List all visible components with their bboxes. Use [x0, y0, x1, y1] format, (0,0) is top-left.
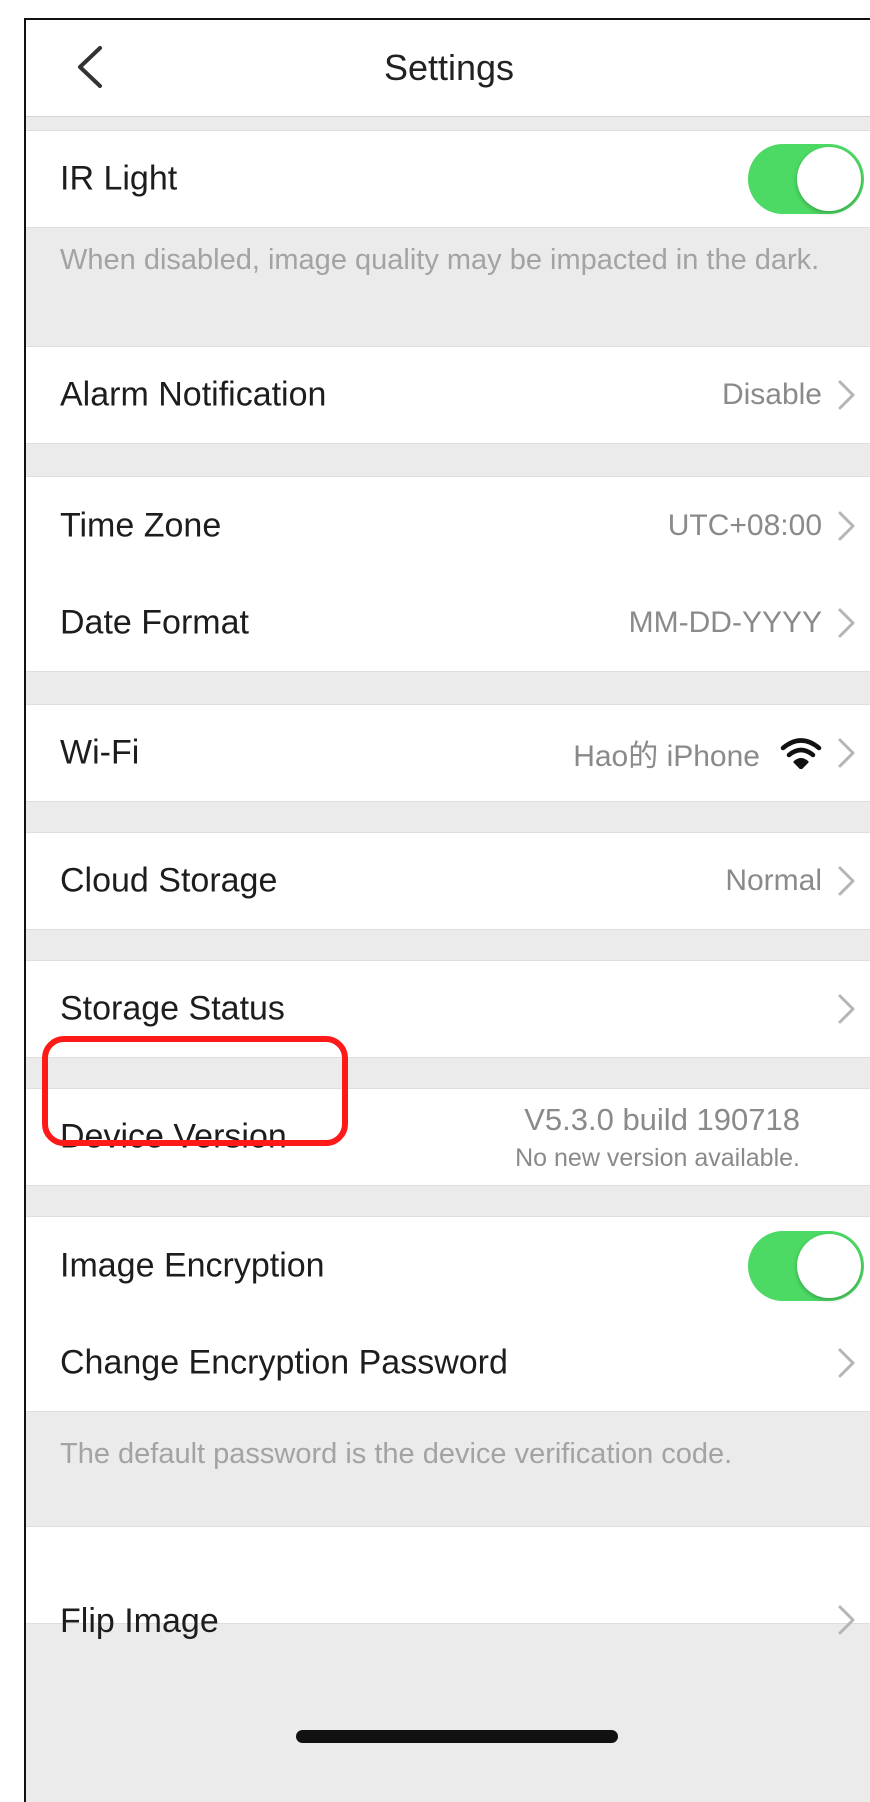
device-version-label: Device Version [60, 1117, 287, 1156]
time-zone-label: Time Zone [60, 506, 222, 544]
wifi-icon [780, 738, 822, 769]
cloud-storage-row[interactable]: Cloud Storage Normal [26, 832, 870, 930]
image-encryption-toggle[interactable] [748, 1230, 864, 1301]
wifi-row[interactable]: Wi-Fi Hao的 iPhone [26, 704, 870, 802]
time-zone-value: UTC+08:00 [667, 508, 822, 542]
encryption-password-note: The default password is the device verif… [60, 1438, 733, 1470]
date-format-row[interactable]: Date Format MM-DD-YYYY [26, 574, 870, 672]
cloud-storage-value: Normal [725, 864, 822, 897]
image-encryption-row: Image Encryption [26, 1216, 870, 1315]
time-zone-row[interactable]: Time Zone UTC+08:00 [26, 476, 870, 575]
chevron-right-icon [838, 738, 855, 768]
change-password-row[interactable]: Change Encryption Password [26, 1314, 870, 1412]
ir-light-label: IR Light [60, 159, 178, 198]
device-version-status: No new version available. [515, 1144, 800, 1172]
alarm-notification-value: Disable [721, 378, 822, 411]
chevron-right-icon [838, 1348, 855, 1377]
ir-light-row: IR Light [26, 130, 870, 228]
date-format-label: Date Format [60, 603, 249, 641]
navigation-bar: Settings [26, 20, 870, 117]
wifi-label: Wi-Fi [60, 733, 140, 772]
chevron-right-icon [838, 608, 855, 637]
ir-light-toggle[interactable] [748, 144, 864, 214]
home-indicator [296, 1730, 618, 1743]
wifi-value-group: Hao的 iPhone [573, 731, 822, 775]
alarm-notification-label: Alarm Notification [60, 375, 327, 414]
date-format-value: MM-DD-YYYY [628, 605, 822, 639]
ir-light-note: When disabled, image quality may be impa… [60, 244, 820, 276]
toggle-knob [797, 147, 861, 211]
chevron-right-icon [838, 866, 855, 896]
page-title: Settings [383, 47, 515, 88]
storage-status-label: Storage Status [60, 989, 285, 1028]
cloud-storage-label: Cloud Storage [60, 861, 278, 900]
image-encryption-label: Image Encryption [60, 1246, 325, 1284]
device-version-value: V5.3.0 build 190718 [524, 1102, 800, 1137]
change-password-label: Change Encryption Password [60, 1343, 508, 1381]
storage-status-row[interactable]: Storage Status [26, 960, 870, 1058]
flip-image-row[interactable]: Flip Image [26, 1526, 870, 1640]
wifi-network-name: Hao的 iPhone [573, 740, 760, 773]
chevron-right-icon [838, 380, 855, 410]
chevron-right-icon [838, 511, 855, 540]
flip-image-label: Flip Image [60, 1602, 219, 1640]
chevron-right-icon [838, 994, 855, 1024]
chevron-right-icon [838, 1605, 855, 1635]
settings-screen: Settings IR Light When disabled, image q… [24, 18, 870, 1802]
device-version-info: V5.3.0 build 190718 No new version avail… [515, 1099, 800, 1175]
device-version-row: Device Version V5.3.0 build 190718 No ne… [26, 1088, 870, 1186]
toggle-knob [797, 1233, 861, 1298]
alarm-notification-row[interactable]: Alarm Notification Disable [26, 346, 870, 444]
